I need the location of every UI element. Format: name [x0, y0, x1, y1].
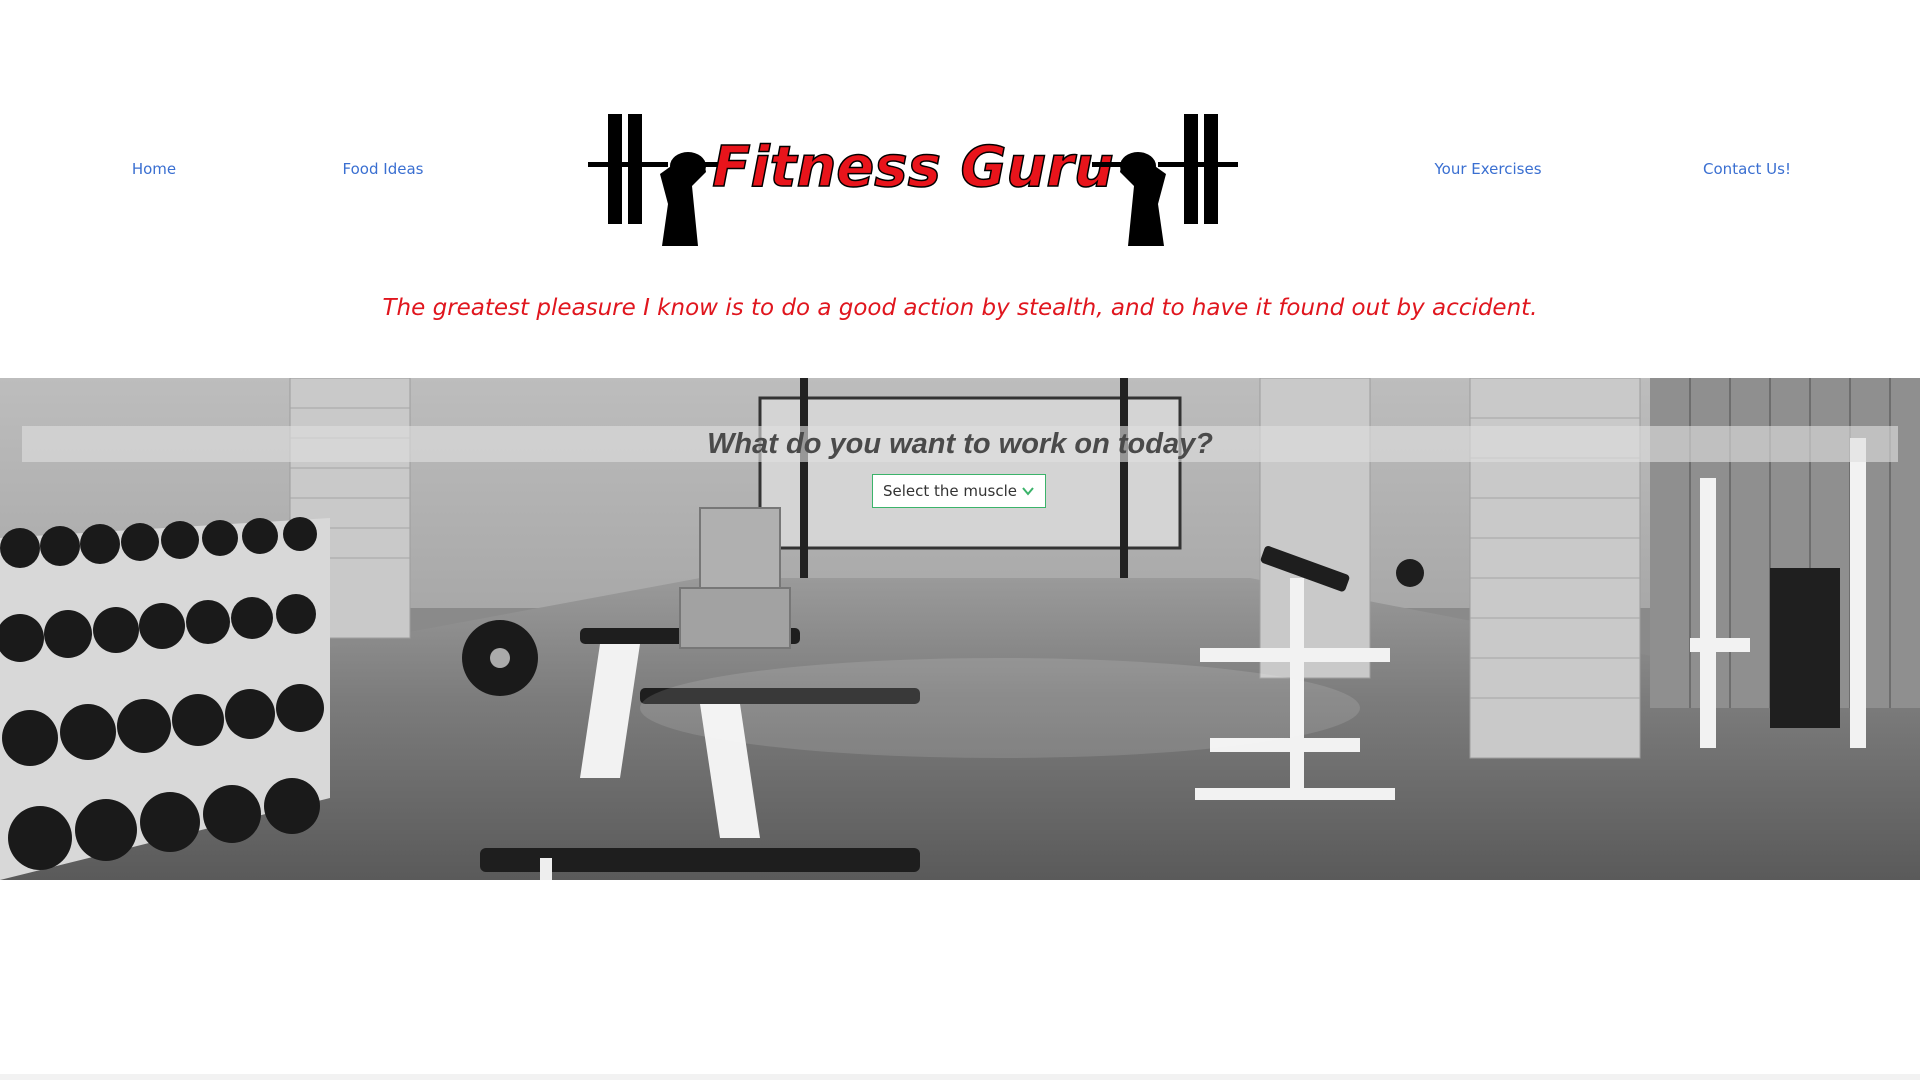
hero-heading: What do you want to work on today?: [707, 428, 1213, 460]
motivational-quote: The greatest pleasure I know is to do a …: [382, 295, 1538, 321]
logo-text: Fitness Guru: [712, 135, 1114, 200]
site-logo[interactable]: Fitness Guru: [588, 108, 1238, 250]
muscle-select-value: Select the muscle: [883, 482, 1018, 500]
barbell-fist-icon: [1092, 114, 1238, 246]
page-footer-divider: [0, 1074, 1920, 1080]
nav-food-ideas-link[interactable]: Food Ideas: [343, 160, 424, 178]
muscle-select-dropdown[interactable]: Select the muscle: [872, 474, 1046, 508]
page: Home Food Ideas Your Exercises Contact U…: [0, 0, 1920, 1080]
nav-contact-us-link[interactable]: Contact Us!: [1703, 160, 1791, 178]
nav-home-link[interactable]: Home: [132, 160, 176, 178]
chevron-down-icon: [1022, 487, 1034, 496]
nav-your-exercises-link[interactable]: Your Exercises: [1434, 160, 1541, 178]
